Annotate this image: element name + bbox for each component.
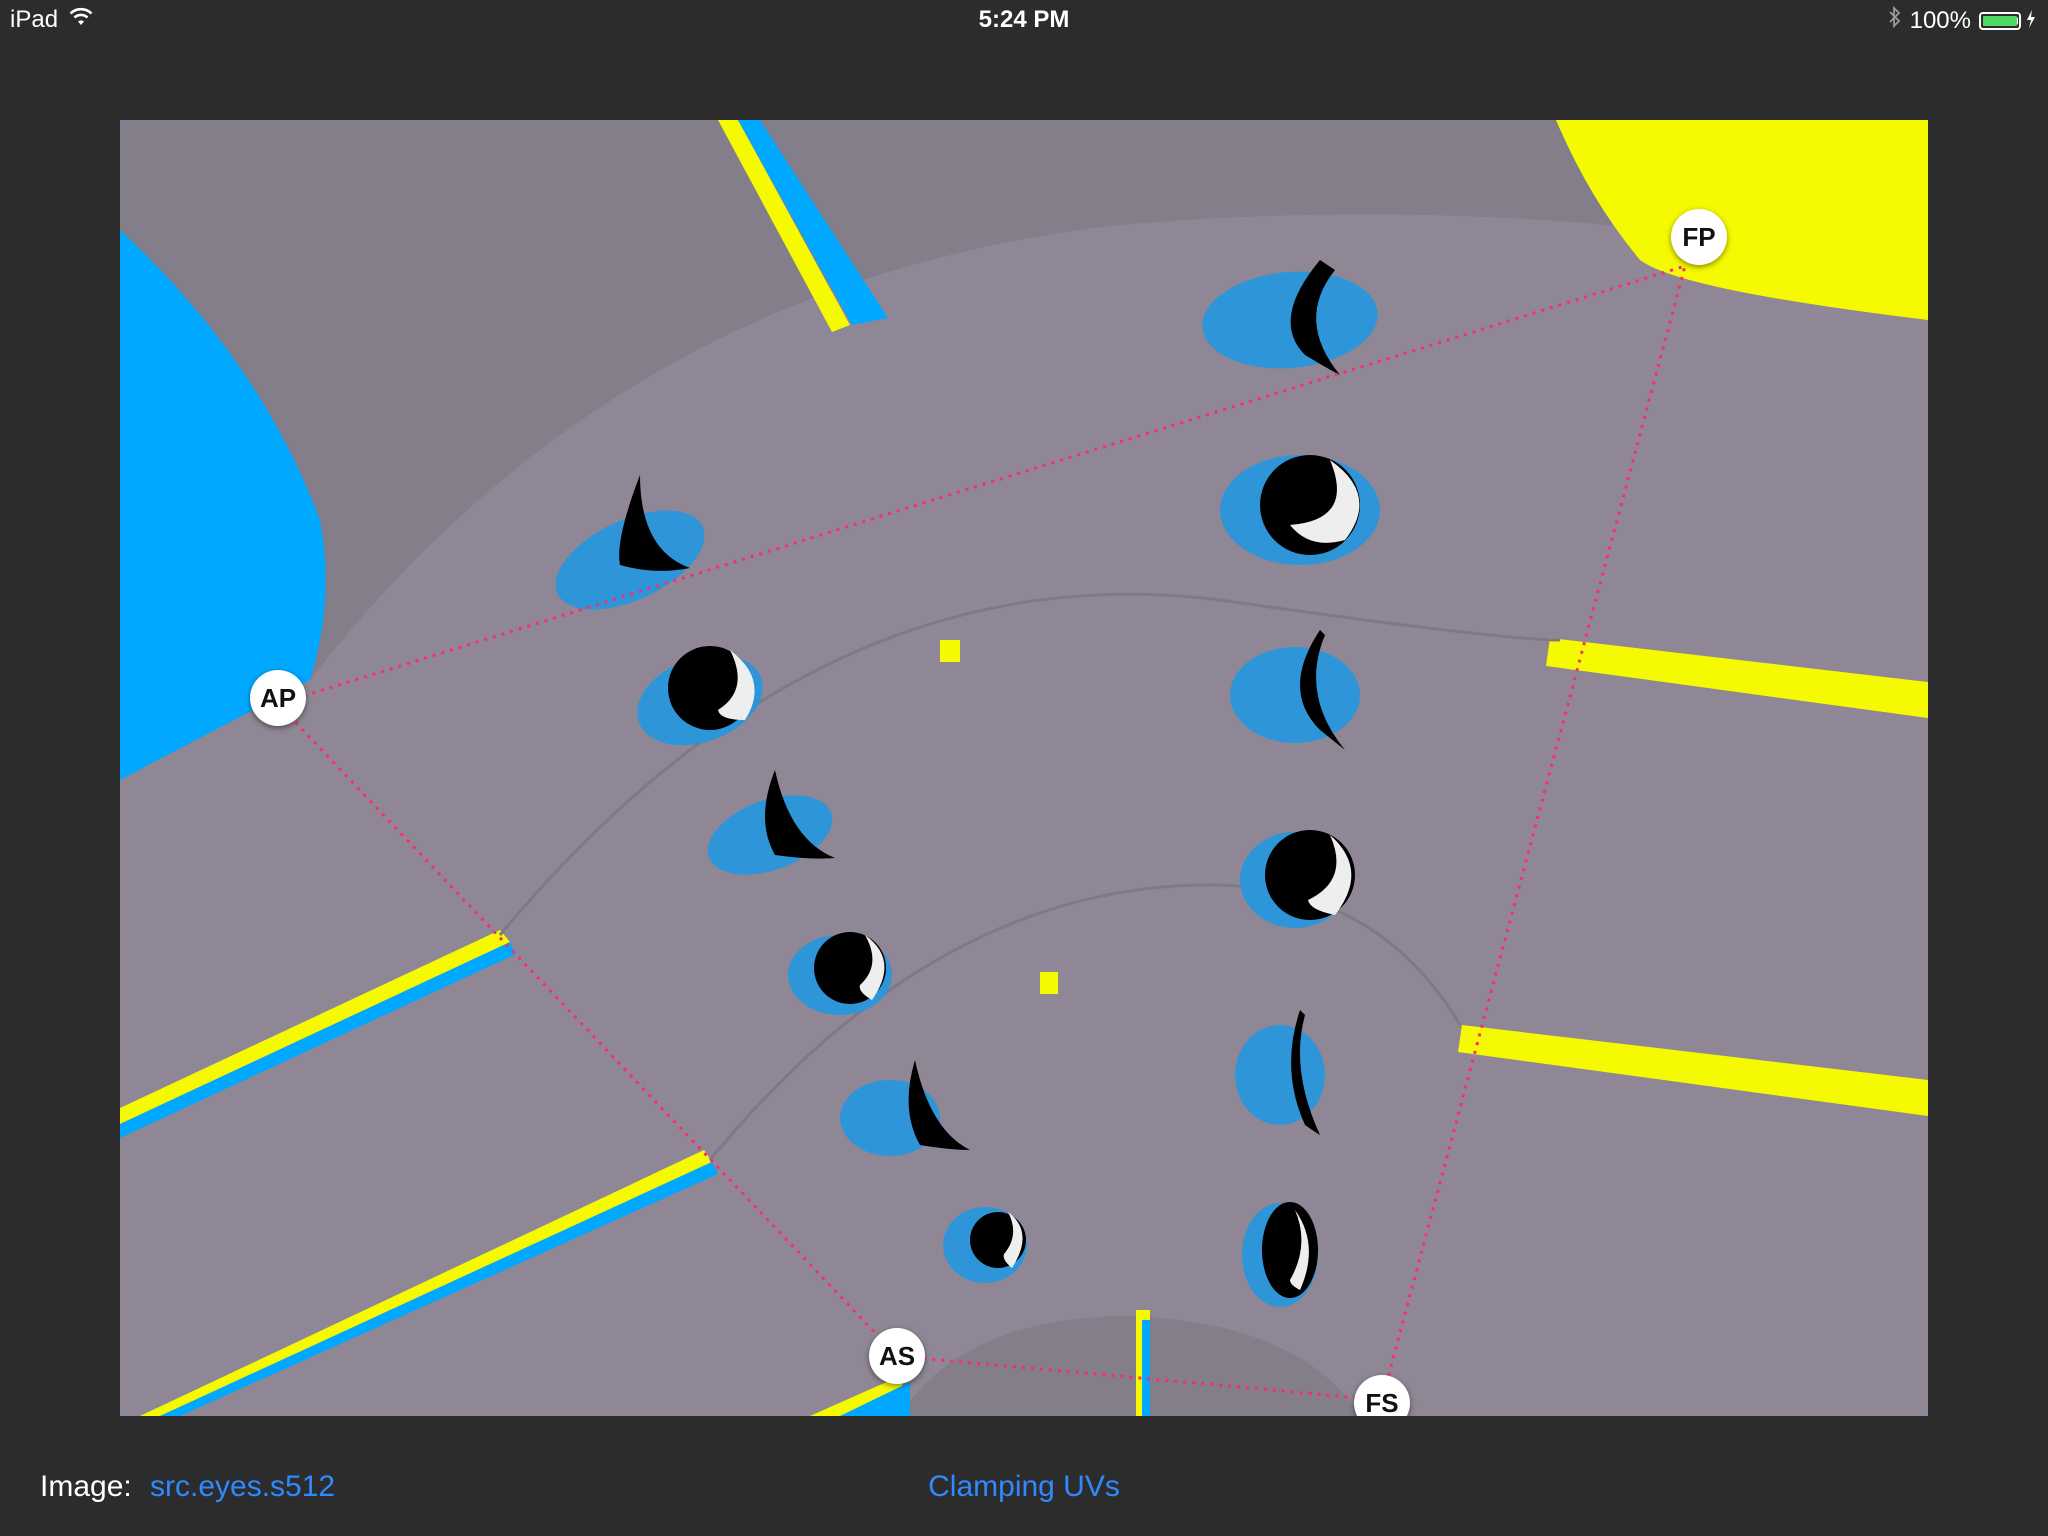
bottom-toolbar: Image: src.eyes.s512 Clamping UVs bbox=[0, 1460, 2048, 1520]
eye-shape bbox=[1242, 1202, 1318, 1307]
warped-image bbox=[120, 120, 1928, 1416]
eye-shape bbox=[1220, 455, 1380, 565]
clamping-uvs-button[interactable]: Clamping UVs bbox=[928, 1470, 1120, 1503]
handle-ap[interactable]: AP bbox=[250, 670, 306, 726]
eye-shape bbox=[707, 770, 835, 875]
eye-shape bbox=[1230, 630, 1360, 750]
status-bar: iPad 5:24 PM 100% bbox=[0, 0, 2048, 40]
warped-image-canvas[interactable]: AP FP AS FS bbox=[120, 120, 1928, 1416]
eye-shape bbox=[840, 1060, 970, 1156]
status-right: 100% bbox=[1888, 5, 2036, 35]
eye-shape bbox=[1240, 830, 1355, 928]
eye-shape bbox=[1235, 1010, 1325, 1135]
battery-percent: 100% bbox=[1909, 6, 1971, 34]
status-time: 5:24 PM bbox=[978, 6, 1070, 33]
charging-bolt-icon bbox=[2026, 7, 2036, 35]
bluetooth-icon bbox=[1888, 5, 1902, 35]
battery-icon bbox=[1979, 11, 2021, 30]
eye-shape bbox=[637, 646, 763, 746]
eye-shape bbox=[788, 932, 892, 1015]
handle-as[interactable]: AS bbox=[869, 1328, 925, 1384]
mode-container: Clamping UVs bbox=[0, 1470, 2048, 1504]
eye-shape bbox=[943, 1207, 1027, 1283]
eye-shape bbox=[555, 475, 705, 610]
eye-shape bbox=[1202, 260, 1378, 375]
handle-fp[interactable]: FP bbox=[1671, 209, 1727, 265]
